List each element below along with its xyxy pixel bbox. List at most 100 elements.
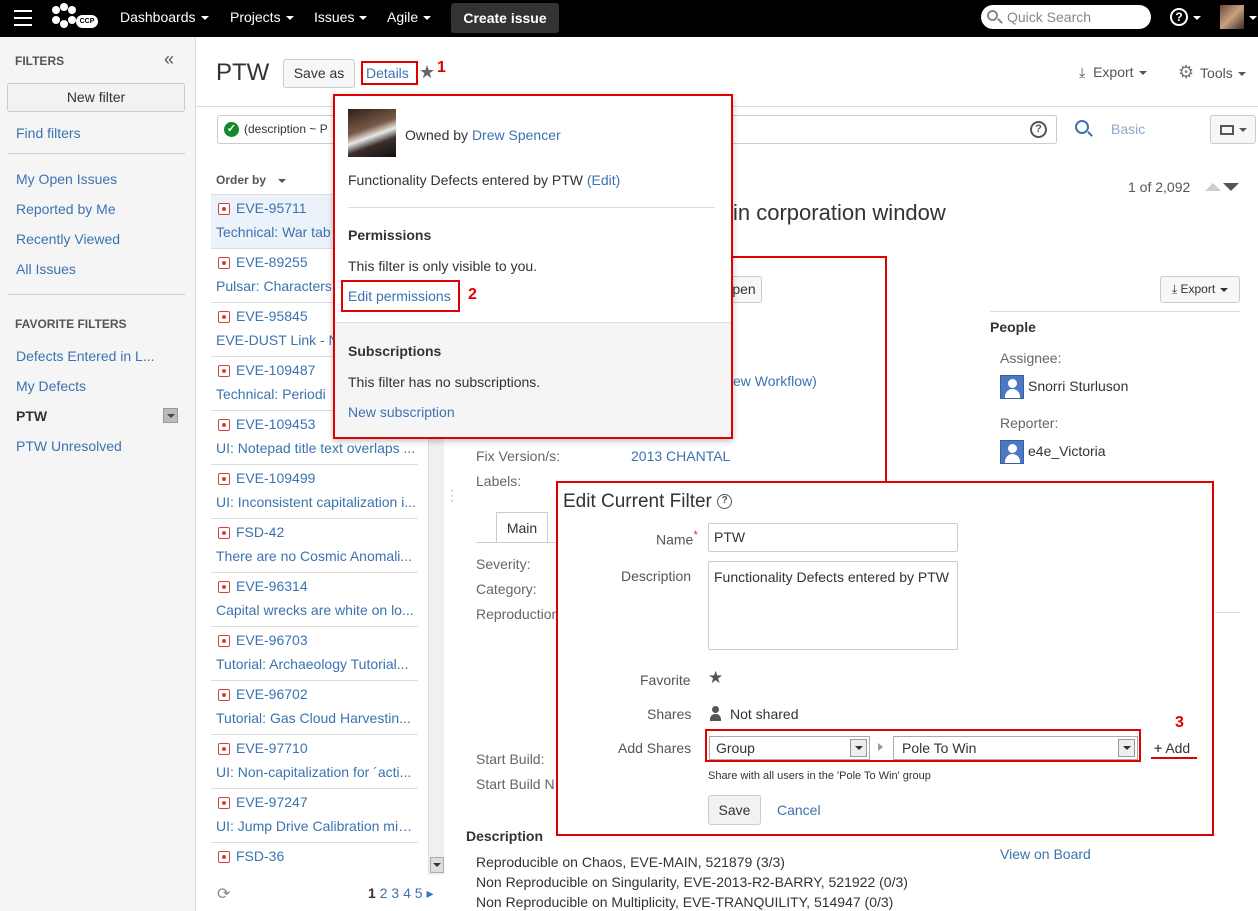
view-on-board-link[interactable]: View on Board — [1000, 846, 1091, 862]
layout-switcher-button[interactable] — [1210, 115, 1256, 144]
favorite-star-icon[interactable]: ★ — [708, 668, 723, 688]
resize-handle[interactable]: · · · — [450, 484, 454, 506]
quick-search-input[interactable]: Quick Search — [981, 5, 1151, 29]
scroll-down-button[interactable] — [430, 857, 444, 873]
owner-link[interactable]: Drew Spencer — [472, 127, 561, 143]
name-field[interactable]: PTW — [708, 523, 958, 552]
nav-agile[interactable]: Agile — [387, 9, 432, 25]
new-subscription-link[interactable]: New subscription — [348, 404, 455, 420]
page-3[interactable]: 3 — [391, 885, 399, 901]
find-filters-link[interactable]: Find filters — [16, 125, 81, 141]
help-icon[interactable]: ? — [717, 494, 733, 510]
nav-issues[interactable]: Issues — [314, 9, 368, 25]
detail-divider — [990, 311, 1240, 312]
labels-label: Labels: — [476, 473, 522, 489]
issue-key: FSD-36 — [236, 848, 285, 864]
collapse-sidebar-icon[interactable]: « — [164, 49, 174, 70]
new-filter-button[interactable]: New filter — [7, 83, 185, 112]
issue-summary: There are no Cosmic Anomali... — [216, 548, 413, 564]
valid-query-icon: ✓ — [224, 122, 239, 137]
description-title: Description — [466, 828, 544, 844]
previous-issue-icon[interactable] — [1205, 183, 1221, 191]
fix-version-link[interactable]: 2013 CHANTAL — [631, 448, 730, 464]
pagination: 1 2 3 4 5 ▸ — [368, 885, 433, 902]
owned-by-label: Owned by — [405, 127, 469, 143]
issue-summary: Tutorial: Archaeology Tutorial... — [216, 656, 409, 672]
filter-details-popup: Owned by Drew Spencer Functionality Defe… — [333, 94, 733, 439]
owned-by: Owned by Drew Spencer — [405, 127, 561, 143]
next-page-icon[interactable]: ▸ — [426, 885, 433, 901]
chevron-down-icon — [359, 16, 368, 21]
sidebar-item-defects-entered[interactable]: Defects Entered in L... — [16, 348, 155, 364]
list-item[interactable]: EVE-96702 Tutorial: Gas Cloud Harvestin.… — [211, 681, 418, 735]
issue-summary: UI: Jump Drive Calibration mis... — [216, 818, 416, 834]
sidebar-item-ptw[interactable]: PTW — [16, 408, 47, 424]
detail-export-button[interactable]: ⤓ Export — [1160, 276, 1240, 303]
favorite-star-icon[interactable]: ★ — [419, 62, 435, 83]
chevron-down-icon — [278, 178, 287, 183]
dialog-title-text: Edit Current Filter — [563, 491, 712, 512]
syntax-help-icon[interactable]: ? — [1030, 121, 1047, 138]
sidebar-item-my-open-issues[interactable]: My Open Issues — [16, 171, 117, 187]
save-button[interactable]: Save — [708, 795, 761, 825]
description-field[interactable]: Functionality Defects entered by PTW — [708, 561, 958, 650]
favorite-filters-title: FAVORITE FILTERS — [15, 317, 127, 331]
list-item[interactable]: EVE-97710 UI: Non-capitalization for ´ac… — [211, 735, 418, 789]
reproduction-label: Reproduction — [476, 606, 560, 622]
list-item[interactable]: EVE-96314 Capital wrecks are white on lo… — [211, 573, 418, 627]
list-item[interactable]: FSD-36 — [211, 843, 418, 875]
logo-text: CCP — [76, 15, 98, 28]
ccp-logo[interactable]: CCP — [50, 3, 102, 33]
ptw-options-dropdown[interactable] — [163, 408, 178, 423]
help-icon[interactable]: ? — [1170, 8, 1188, 26]
save-as-button[interactable]: Save as — [283, 59, 355, 88]
bug-icon — [218, 365, 230, 377]
menu-icon[interactable] — [14, 10, 32, 26]
permissions-title: Permissions — [348, 227, 432, 243]
chevron-down-icon — [167, 414, 175, 418]
reporter-avatar — [1000, 440, 1024, 464]
reporter-name: e4e_Victoria — [1028, 443, 1106, 459]
list-item[interactable]: FSD-42 There are no Cosmic Anomali... — [211, 519, 418, 573]
tools-label: Tools — [1200, 65, 1233, 81]
list-item[interactable]: EVE-109499 UI: Inconsistent capitalizati… — [211, 465, 418, 519]
open-button-label: pen — [732, 281, 756, 297]
cancel-link[interactable]: Cancel — [777, 802, 821, 818]
sidebar-item-all-issues[interactable]: All Issues — [16, 261, 76, 277]
plus-icon: + — [1154, 740, 1163, 756]
download-icon: ⤓ — [1079, 64, 1086, 80]
sidebar-item-reported-by-me[interactable]: Reported by Me — [16, 201, 116, 217]
edit-filter-link[interactable]: (Edit) — [587, 172, 620, 188]
page-2[interactable]: 2 — [380, 885, 388, 901]
list-item[interactable]: EVE-96703 Tutorial: Archaeology Tutorial… — [211, 627, 418, 681]
workflow-link[interactable]: ew Workflow) — [733, 373, 817, 389]
sidebar-item-ptw-unresolved[interactable]: PTW Unresolved — [16, 438, 122, 454]
bug-icon — [218, 473, 230, 485]
tools-button[interactable]: ⚙ Tools — [1178, 62, 1246, 83]
basic-search-link[interactable]: Basic — [1111, 121, 1145, 137]
permissions-text: This filter is only visible to you. — [348, 258, 538, 274]
issue-summary: UI: Non-capitalization for ´acti... — [216, 764, 412, 780]
page-5[interactable]: 5 — [415, 885, 423, 901]
sidebar-item-recently-viewed[interactable]: Recently Viewed — [16, 231, 120, 247]
page-1[interactable]: 1 — [368, 885, 376, 901]
list-item[interactable]: EVE-97247 UI: Jump Drive Calibration mis… — [211, 789, 418, 843]
create-issue-button[interactable]: Create issue — [451, 3, 559, 33]
add-share-button[interactable]: + Add — [1154, 740, 1190, 756]
export-button[interactable]: ⤓ Export — [1079, 64, 1147, 81]
top-navigation-bar: CCP Dashboards Projects Issues Agile Cre… — [0, 0, 1258, 37]
bug-icon — [218, 689, 230, 701]
order-by-control[interactable]: Order by — [216, 173, 287, 187]
sidebar-item-my-defects[interactable]: My Defects — [16, 378, 86, 394]
nav-dashboards[interactable]: Dashboards — [120, 9, 209, 25]
issue-key: FSD-42 — [236, 524, 285, 540]
annotation-box-3 — [705, 729, 1141, 762]
nav-projects-label: Projects — [230, 9, 281, 25]
nav-projects[interactable]: Projects — [230, 9, 294, 25]
nav-dashboards-label: Dashboards — [120, 9, 196, 25]
page-4[interactable]: 4 — [403, 885, 411, 901]
refresh-icon[interactable]: ⟳ — [217, 884, 230, 904]
user-avatar[interactable] — [1220, 5, 1244, 29]
next-issue-icon[interactable] — [1223, 183, 1239, 191]
tab-main[interactable]: Main — [496, 512, 548, 543]
